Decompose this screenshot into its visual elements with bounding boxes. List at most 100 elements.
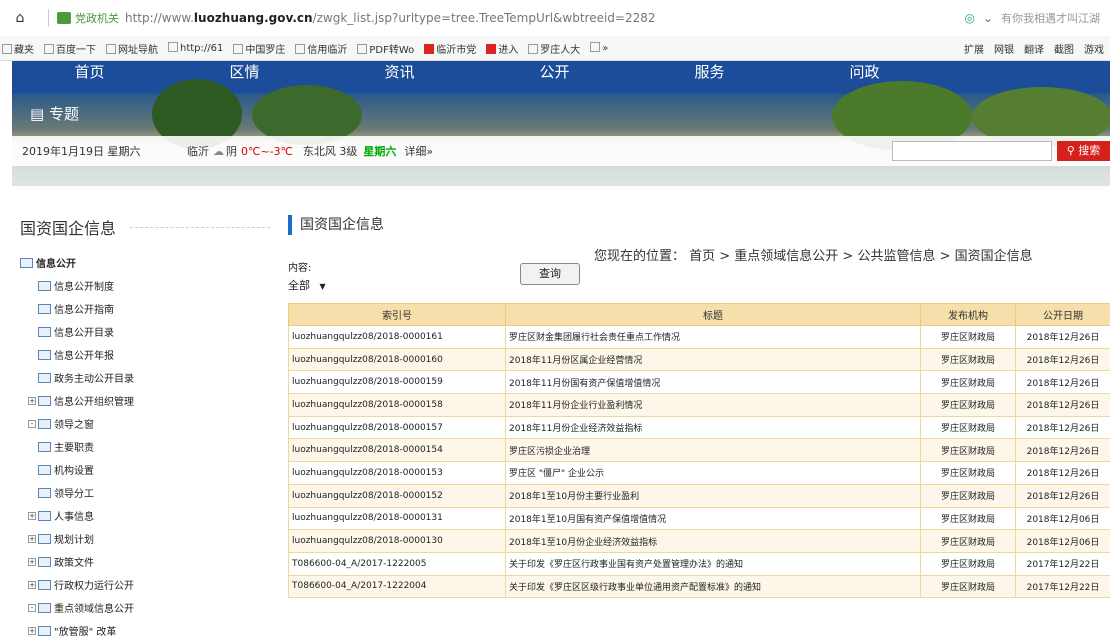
bookmark-item[interactable]: 进入 — [486, 41, 518, 56]
sidebar-item-label: 信息公开组织管理 — [54, 397, 134, 408]
url-domain: luozhuang.gov.cn — [193, 11, 313, 25]
expand-toggle-icon[interactable]: + — [28, 511, 36, 520]
bookmark-item[interactable]: http://61 — [168, 42, 223, 54]
folder-icon — [38, 487, 51, 498]
folder-icon — [38, 579, 51, 590]
sidebar-item[interactable]: 信息公开制度 — [20, 274, 270, 297]
extension-button[interactable]: 游戏 — [1084, 41, 1104, 56]
bookmark-item[interactable]: 百度一下 — [44, 41, 96, 56]
bookmark-item[interactable]: 中国罗庄 — [233, 41, 285, 56]
search-button-label: 搜索 — [1078, 144, 1101, 157]
content-filter-select[interactable]: 全部 ▼ — [288, 277, 348, 297]
sidebar-item[interactable]: + 信息公开组织管理 — [20, 389, 270, 412]
publisher-cell: 罗庄区财政局 — [920, 325, 1016, 349]
date-cell: 2018年12月26日 — [1015, 347, 1110, 372]
sidebar-item[interactable]: 信息公开年报 — [20, 343, 270, 366]
query-button[interactable]: 查询 — [520, 263, 580, 285]
sidebar-item[interactable]: 主要职责 — [20, 435, 270, 458]
home-icon[interactable]: ⌂ — [0, 10, 40, 26]
extension-button[interactable]: 截图 — [1054, 41, 1074, 56]
site-search-input[interactable] — [892, 141, 1052, 161]
index-cell: luozhuangqulzz08/2018-0000157 — [288, 415, 506, 440]
folder-icon — [38, 326, 51, 337]
title-link[interactable]: 2018年11月份企业经济效益指标 — [505, 415, 921, 440]
expand-toggle-icon[interactable]: - — [28, 419, 36, 428]
date-cell: 2018年12月26日 — [1015, 393, 1110, 417]
divider — [48, 9, 49, 27]
title-link[interactable]: 2018年11月份国有资产保值增值情况 — [505, 370, 921, 395]
bookmark-item[interactable]: PDF转Wo — [357, 41, 414, 56]
nav-item[interactable]: 问政 — [787, 61, 942, 87]
folder-icon — [38, 556, 51, 567]
expand-toggle-icon[interactable]: + — [28, 396, 36, 405]
wind-text: 东北风 3级 — [302, 145, 358, 158]
title-link[interactable]: 2018年11月份企业行业盈利情况 — [505, 393, 921, 417]
expand-toggle-icon[interactable]: + — [28, 580, 36, 589]
url-field[interactable]: http://www.luozhuang.gov.cn/zwgk_list.js… — [125, 11, 656, 25]
nav-item[interactable]: 资讯 — [322, 61, 477, 87]
table-row: luozhuangqulzz08/2018-0000157 2018年11月份企业… — [288, 415, 1110, 440]
sidebar-item[interactable]: + 政策文件 — [20, 550, 270, 573]
weather-detail-link[interactable]: 详细» — [404, 143, 433, 159]
index-cell: luozhuangqulzz08/2018-0000154 — [288, 438, 506, 463]
title-link[interactable]: 罗庄区 "僵尸" 企业公示 — [505, 461, 921, 485]
table-row: T086600-04_A/2017-1222005 关于印发《罗庄区行政事业国有资… — [288, 551, 1110, 576]
bookmark-item[interactable]: » — [590, 42, 608, 54]
bookmark-icon — [590, 42, 601, 52]
sidebar-item[interactable]: - 重点领域信息公开 — [20, 596, 270, 619]
extension-button[interactable]: 扩展 — [964, 41, 984, 56]
sidebar-item[interactable]: 机构设置 — [20, 458, 270, 481]
date-cell: 2018年12月26日 — [1015, 461, 1110, 485]
folder-icon — [38, 280, 51, 291]
sidebar-item[interactable]: 信息公开指南 — [20, 297, 270, 320]
site-search-button[interactable]: ⚲ 搜索 — [1057, 141, 1110, 161]
expand-toggle-icon[interactable]: + — [28, 534, 36, 543]
title-link[interactable]: 2018年1至10月国有资产保值增值情况 — [505, 506, 921, 531]
sidebar-item[interactable]: 政务主动公开目录 — [20, 366, 270, 389]
title-link[interactable]: 罗庄区污损企业治理 — [505, 438, 921, 463]
expand-toggle-icon[interactable]: - — [28, 603, 36, 612]
date-cell: 2018年12月26日 — [1015, 370, 1110, 395]
bookmark-label: » — [602, 43, 609, 54]
publisher-cell: 罗庄区财政局 — [920, 370, 1016, 395]
folder-icon — [20, 257, 33, 268]
sidebar-item[interactable]: 领导分工 — [20, 481, 270, 504]
bookmark-item[interactable]: 罗庄人大 — [528, 41, 580, 56]
topic-button[interactable]: ▤ 专题 — [30, 103, 79, 124]
sidebar-item[interactable]: + "放管服" 改革 — [20, 619, 270, 642]
expand-toggle-icon[interactable]: + — [28, 557, 36, 566]
tree-root[interactable]: 信息公开 — [20, 255, 270, 270]
index-cell: luozhuangqulzz08/2018-0000160 — [288, 347, 506, 372]
sidebar-item[interactable]: - 领导之窗 — [20, 412, 270, 435]
title-link[interactable]: 关于印发《罗庄区区级行政事业单位通用资产配置标准》的通知 — [505, 574, 921, 599]
nav-item[interactable]: 区情 — [167, 61, 322, 87]
extension-button[interactable]: 网银 — [994, 41, 1014, 56]
nav-item[interactable]: 公开 — [477, 61, 632, 87]
title-link[interactable]: 关于印发《罗庄区行政事业国有资产处置管理办法》的通知 — [505, 551, 921, 576]
expand-toggle-icon[interactable]: + — [28, 626, 36, 635]
sidebar-item[interactable]: + 规划计划 — [20, 527, 270, 550]
sidebar-item[interactable]: 信息公开目录 — [20, 320, 270, 343]
column-header: 发布机构 — [920, 303, 1016, 326]
title-link[interactable]: 2018年11月份区属企业经营情况 — [505, 347, 921, 372]
shield-icon[interactable]: ◎ — [964, 11, 974, 25]
nav-item[interactable]: 首页 — [12, 61, 167, 87]
extension-button[interactable]: 翻译 — [1024, 41, 1044, 56]
bookmark-item[interactable]: 信用临沂 — [295, 41, 347, 56]
sidebar-item-label: 主要职责 — [54, 443, 94, 454]
title-link[interactable]: 2018年1至10月份企业经济效益指标 — [505, 529, 921, 553]
bookmark-item[interactable]: 临沂市党 — [424, 41, 476, 56]
table-row: luozhuangqulzz08/2018-0000159 2018年11月份国有… — [288, 370, 1110, 395]
sidebar-item[interactable]: + 人事信息 — [20, 504, 270, 527]
sidebar-title-text: 国资国企信息 — [20, 219, 117, 238]
date-cell: 2018年12月26日 — [1015, 483, 1110, 508]
nav-item[interactable]: 服务 — [632, 61, 787, 87]
sidebar-item[interactable]: + 行政权力运行公开 — [20, 573, 270, 596]
bookmark-item[interactable]: 藏夹 — [2, 41, 34, 56]
browser-search-hint[interactable]: 有你我相遇才叫江湖 — [1001, 10, 1100, 26]
chevron-down-icon[interactable]: ⌄ — [983, 11, 993, 25]
sidebar: 国资国企信息 信息公开 信息公开制度 信息公开指南 信息公开目录 信息公开年报 政务主动… — [20, 215, 270, 642]
title-link[interactable]: 罗庄区财金集团履行社会责任重点工作情况 — [505, 325, 921, 349]
bookmark-item[interactable]: 网址导航 — [106, 41, 158, 56]
title-link[interactable]: 2018年1至10月份主要行业盈利 — [505, 483, 921, 508]
